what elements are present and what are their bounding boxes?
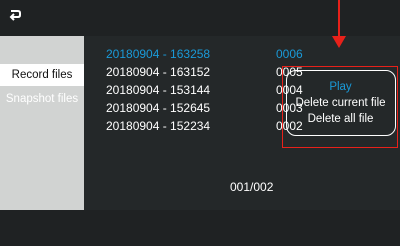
menu-item-delete-current-file[interactable]: Delete current file xyxy=(287,95,394,111)
menu-item-delete-all-file[interactable]: Delete all file xyxy=(287,111,394,127)
top-bar xyxy=(0,0,400,36)
annotation-arrow-line xyxy=(338,0,340,36)
file-name: 20180904 - 163152 xyxy=(106,65,211,79)
tab-snapshot-files[interactable]: Snapshot files xyxy=(0,88,84,110)
page-indicator: 001/002 xyxy=(230,180,274,194)
bottom-bar xyxy=(0,210,400,246)
annotation-arrow-head xyxy=(332,36,346,48)
file-context-menu: Play Delete current file Delete all file xyxy=(286,70,396,136)
file-name: 20180904 - 152234 xyxy=(106,119,211,133)
sidebar: Record files Snapshot files xyxy=(0,36,84,210)
file-name: 20180904 - 163258 xyxy=(106,47,211,61)
menu-item-play[interactable]: Play xyxy=(287,79,394,95)
file-index: 0006 xyxy=(276,47,303,61)
file-name: 20180904 - 153144 xyxy=(106,83,211,97)
file-name: 20180904 - 152645 xyxy=(106,101,211,115)
tab-record-files[interactable]: Record files xyxy=(0,64,84,86)
back-arrow-icon[interactable] xyxy=(8,9,22,23)
